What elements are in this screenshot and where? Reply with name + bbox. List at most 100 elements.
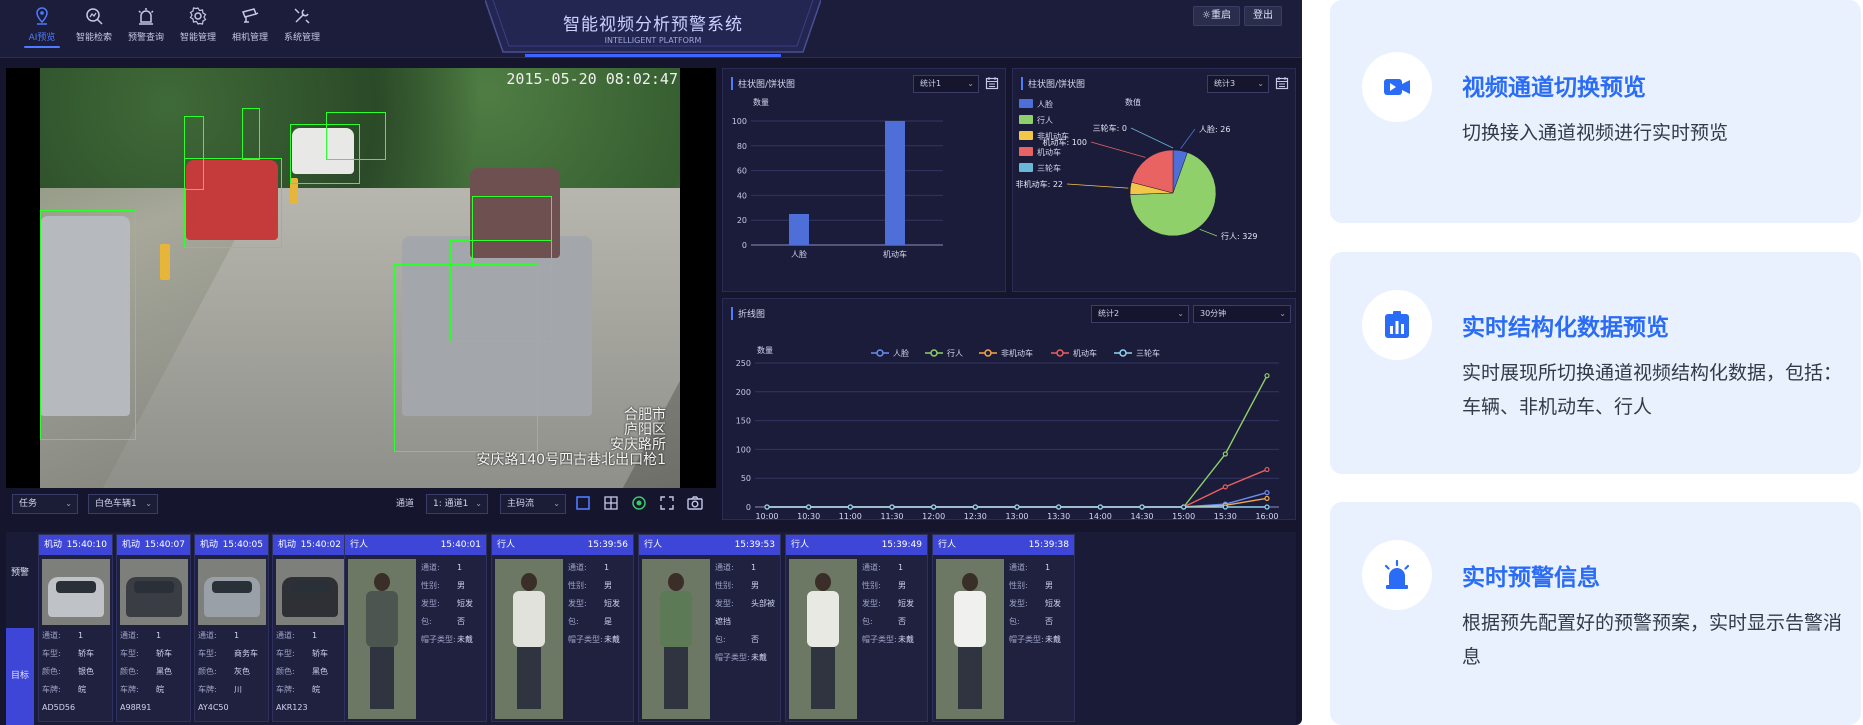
attr-value: 男 (751, 581, 759, 590)
person-attributes: 通道: 1 性别: 男发型: 短发 包: 否帽子类型:未戴 (862, 559, 927, 649)
logout-button[interactable]: 登出 (1244, 6, 1282, 26)
feature-title: 实时结构化数据预览 (1462, 315, 1669, 341)
top-buttons: ☼重启 登出 (1193, 6, 1282, 26)
feature-title: 视频通道切换预览 (1462, 75, 1646, 101)
data-point (1181, 504, 1187, 510)
vehicle-card[interactable]: 机动车15:40:07 通道: 1 车型: 轿车颜色: 黑色车牌:皖A98R91 (116, 534, 191, 722)
attr-key: 通道: (120, 631, 139, 640)
nav-system-manage[interactable]: 系统管理 (278, 4, 326, 48)
attr-value: 1 (234, 631, 240, 640)
y-tick-label: 0 (746, 503, 751, 512)
person-legs (811, 647, 835, 709)
person-card[interactable]: 行人 15:39:56 通道: 1 性别: 男发型: 短发 包: 是帽子类型:未戴 (491, 534, 634, 722)
attr-value: 商务车 (234, 649, 258, 658)
attr-value: 1 (604, 563, 610, 572)
attr-value: 男 (457, 581, 465, 590)
nav-smart-manage[interactable]: 智能管理 (174, 4, 222, 48)
feature-icon-circle (1362, 52, 1432, 122)
detection-box[interactable] (40, 210, 136, 440)
tab-alert[interactable]: 预警 (6, 560, 34, 586)
person-attributes: 通道: 1 性别: 男发型: 短发 包: 否帽子类型:未戴 (421, 559, 486, 649)
video-preview[interactable]: 2015-05-20 08:02:47 合肥市 庐阳区 安庆路所 安庆路140号… (6, 68, 716, 488)
attr-row: 性别: 男 (715, 577, 780, 595)
grid-layout-icon[interactable] (602, 494, 620, 512)
attr-key: 帽子类型: (568, 635, 603, 644)
card-type: 机动车 (44, 540, 63, 570)
person-card[interactable]: 行人 15:39:49 通道: 1 性别: 男发型: 短发 包: 否帽子类型:未戴 (785, 534, 928, 722)
attr-value: 1 (78, 631, 84, 640)
attr-row: 性别: 男 (862, 577, 927, 595)
target-icon[interactable] (630, 494, 648, 512)
x-tick-label: 12:30 (964, 512, 987, 521)
tab-target[interactable]: 目标 (6, 628, 34, 725)
y-axis-label: 数量 (757, 345, 773, 355)
nav-ai-preview[interactable]: AI预览 (18, 4, 66, 48)
attr-key: 通道: (862, 563, 881, 572)
car-windshield (290, 581, 330, 593)
legend-swatch (1019, 163, 1033, 172)
x-tick-label: 14:00 (1089, 512, 1112, 521)
attr-value: 男 (1045, 581, 1053, 590)
video-timestamp: 2015-05-20 08:02:47 (506, 70, 678, 88)
card-type: 行人 (938, 540, 957, 550)
attr-value: 1 (312, 631, 318, 640)
snapshot-camera-icon[interactable] (686, 494, 704, 512)
person-attributes: 通道: 1 性别: 男发型: 短发 包: 是帽子类型:未戴 (568, 559, 633, 649)
person-torso (660, 591, 692, 647)
legend-label: 机动车 (1073, 348, 1097, 358)
alarm-light-icon (1384, 559, 1410, 589)
nav-camera-manage[interactable]: 相机管理 (226, 4, 274, 48)
list-tabs: 预警 目标 (6, 532, 34, 725)
attr-key: 通道: (1009, 563, 1028, 572)
person-card[interactable]: 行人 15:39:53 通道: 1 性别: 男发型: 头部被遮挡 包: 否帽子类型:未戴 (638, 534, 781, 722)
car-windshield (134, 581, 174, 593)
series-line (767, 468, 1268, 508)
fullscreen-icon[interactable] (658, 494, 676, 512)
attr-value: 轿车 (156, 649, 172, 658)
legend-label: 非机动车 (1001, 348, 1033, 358)
system-subtitle: INTELLIGENT PLATFORM (604, 36, 702, 45)
card-header: 行人 15:39:53 (639, 535, 780, 555)
person-card[interactable]: 行人 15:39:38 通道: 1 性别: 男发型: 短发 包: 否帽子类型:未戴 (932, 534, 1075, 722)
task-select[interactable]: 任务 ⌄ (12, 494, 78, 514)
attr-row: 通道: 1 (276, 627, 346, 645)
legend-swatch (1019, 147, 1033, 156)
card-time: 15:40:07 (144, 540, 185, 550)
attr-key: 发型: (421, 599, 440, 608)
card-header: 行人 15:40:01 (345, 535, 486, 555)
task-select-value: 任务 (19, 499, 38, 509)
person-head (815, 573, 831, 591)
channel-label: 通道 (396, 499, 415, 509)
slice-leader-line (1066, 183, 1129, 189)
attr-row: 车型: 轿车 (42, 645, 112, 663)
vehicle-card[interactable]: 机动车15:40:10 通道: 1 车型: 轿车颜色: 银色车牌:皖AD5D56 (38, 534, 113, 722)
detection-box[interactable] (472, 196, 552, 268)
single-layout-icon[interactable] (574, 494, 592, 512)
card-type: 机动车 (122, 540, 141, 570)
person-thumbnail (936, 559, 1004, 719)
app-window: AI预览 智能检索 预警查询 智能管理 相机管理 系统管理 智能视频分析预警系统… (0, 0, 1302, 725)
attr-row: 通道: 1 (198, 627, 268, 645)
vehicle-thumbnail (42, 559, 110, 625)
vehicle-card[interactable]: 机动车15:40:02 通道: 1 车型: 轿车颜色: 黑色车牌:皖AKR123 (272, 534, 347, 722)
attr-key: 通道: (42, 631, 61, 640)
stream-select[interactable]: 主码流 ⌄ (500, 494, 566, 514)
data-point (1014, 504, 1020, 510)
vehicle-select[interactable]: 白色车辆1 ⌄ (88, 494, 158, 514)
vehicle-card[interactable]: 机动车15:40:05 通道: 1 车型: 商务车颜色: 灰色车牌:川AY4C50 (194, 534, 269, 722)
restart-button[interactable]: ☼重启 (1193, 6, 1240, 26)
card-time: 15:40:01 (440, 540, 481, 550)
attr-value: 否 (457, 617, 465, 626)
attr-row: 性别: 男 (421, 577, 486, 595)
person-card[interactable]: 行人 15:40:01 通道: 1 性别: 男发型: 短发 包: 否帽子类型:未戴 (344, 534, 487, 722)
card-header: 行人 15:39:56 (492, 535, 633, 555)
data-point (1056, 504, 1062, 510)
nav-smart-search[interactable]: 智能检索 (70, 4, 118, 48)
detection-box[interactable] (184, 116, 204, 190)
feature-title: 实时预警信息 (1462, 565, 1600, 591)
channel-select[interactable]: 1: 通道1 ⌄ (426, 494, 488, 514)
nav-label: 相机管理 (231, 33, 268, 43)
nav-alert-query[interactable]: 预警查询 (122, 4, 170, 48)
detection-box[interactable] (242, 108, 260, 160)
detection-box[interactable] (326, 112, 386, 160)
